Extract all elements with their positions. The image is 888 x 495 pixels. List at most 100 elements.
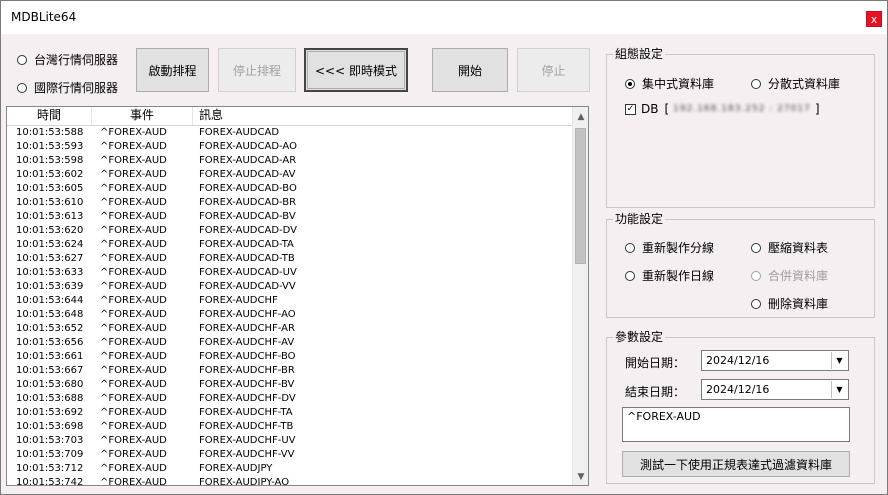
table-row[interactable]: 10:01:53:667 ^FOREX-AUD FOREX-AUDCHF-BR bbox=[7, 364, 573, 378]
table-row[interactable]: 10:01:53:588 ^FOREX-AUD FOREX-AUDCAD bbox=[7, 126, 573, 140]
log-scrollbar[interactable]: ▲ ▼ bbox=[572, 107, 588, 485]
radio-centralized-db[interactable]: 集中式資料庫 bbox=[625, 75, 714, 92]
cell-time: 10:01:53:680 bbox=[16, 379, 84, 390]
radio-taiwan-server[interactable]: 台灣行情伺服器 bbox=[17, 51, 118, 68]
cell-event: ^FOREX-AUD bbox=[100, 197, 167, 208]
table-row[interactable]: 10:01:53:656 ^FOREX-AUD FOREX-AUDCHF-AV bbox=[7, 336, 573, 350]
cell-time: 10:01:53:712 bbox=[16, 463, 84, 474]
table-row[interactable]: 10:01:53:624 ^FOREX-AUD FOREX-AUDCAD-TA bbox=[7, 238, 573, 252]
radio-distributed-db[interactable]: 分散式資料庫 bbox=[751, 75, 840, 92]
table-row[interactable]: 10:01:53:742 ^FOREX-AUD FOREX-AUDJPY-AO bbox=[7, 476, 573, 486]
event-log-list[interactable]: 時間 事件 訊息 10:01:53:588 ^FOREX-AUD FOREX-AUD… bbox=[6, 106, 589, 486]
db-close-bracket: ] bbox=[814, 102, 820, 116]
table-row[interactable]: 10:01:53:644 ^FOREX-AUD FOREX-AUDCHF bbox=[7, 294, 573, 308]
cell-time: 10:01:53:633 bbox=[16, 267, 84, 278]
table-row[interactable]: 10:01:53:639 ^FOREX-AUD FOREX-AUDCAD-VV bbox=[7, 280, 573, 294]
start-schedule-button[interactable]: 啟動排程 bbox=[136, 48, 209, 92]
cell-time: 10:01:53:709 bbox=[16, 449, 84, 460]
radio-delete-db[interactable]: 刪除資料庫 bbox=[751, 295, 828, 312]
realtime-mode-button[interactable]: <<< 即時模式 bbox=[304, 48, 408, 92]
scroll-thumb[interactable] bbox=[575, 128, 586, 264]
chevron-down-icon[interactable]: ▼ bbox=[831, 352, 847, 369]
chevron-down-icon[interactable]: ▼ bbox=[831, 381, 847, 398]
cell-message: FOREX-AUDCHF-TB bbox=[199, 421, 294, 432]
cell-time: 10:01:53:613 bbox=[16, 211, 84, 222]
table-row[interactable]: 10:01:53:602 ^FOREX-AUD FOREX-AUDCAD-AV bbox=[7, 168, 573, 182]
cell-message: FOREX-AUDCAD-AO bbox=[199, 141, 297, 152]
radio-merge-db[interactable]: 合併資料庫 bbox=[751, 267, 828, 284]
radio-rebuild-daily[interactable]: 重新製作日線 bbox=[625, 267, 714, 284]
cell-message: FOREX-AUDCAD-TB bbox=[199, 253, 295, 264]
radio-rebuild-minute-label: 重新製作分線 bbox=[642, 241, 715, 255]
cell-event: ^FOREX-AUD bbox=[100, 449, 167, 460]
table-row[interactable]: 10:01:53:613 ^FOREX-AUD FOREX-AUDCAD-BV bbox=[7, 210, 573, 224]
table-row[interactable]: 10:01:53:703 ^FOREX-AUD FOREX-AUDCHF-UV bbox=[7, 434, 573, 448]
cell-time: 10:01:53:703 bbox=[16, 435, 84, 446]
radio-rebuild-minute[interactable]: 重新製作分線 bbox=[625, 239, 714, 256]
radio-dot-icon bbox=[625, 242, 635, 253]
cell-time: 10:01:53:593 bbox=[16, 141, 84, 152]
table-row[interactable]: 10:01:53:605 ^FOREX-AUD FOREX-AUDCAD-BO bbox=[7, 182, 573, 196]
test-regex-filter-button[interactable]: 測試一下使用正規表達式過濾資料庫 bbox=[622, 451, 850, 477]
cell-message: FOREX-AUDCAD-AV bbox=[199, 169, 296, 180]
cell-message: FOREX-AUDCHF bbox=[199, 295, 278, 306]
cell-message: FOREX-AUDCHF-BO bbox=[199, 351, 296, 362]
function-group-label: 功能設定 bbox=[613, 212, 666, 226]
cell-time: 10:01:53:661 bbox=[16, 351, 84, 362]
start-date-label: 開始日期： bbox=[625, 356, 686, 370]
cell-event: ^FOREX-AUD bbox=[100, 407, 167, 418]
cell-event: ^FOREX-AUD bbox=[100, 463, 167, 474]
cell-time: 10:01:53:688 bbox=[16, 393, 84, 404]
log-rows: 10:01:53:588 ^FOREX-AUD FOREX-AUDCAD 10:01:… bbox=[7, 126, 573, 486]
table-row[interactable]: 10:01:53:648 ^FOREX-AUD FOREX-AUDCHF-AO bbox=[7, 308, 573, 322]
cell-time: 10:01:53:620 bbox=[16, 225, 84, 236]
table-row[interactable]: 10:01:53:633 ^FOREX-AUD FOREX-AUDCAD-UV bbox=[7, 266, 573, 280]
stop-button[interactable]: 停止 bbox=[517, 48, 590, 92]
radio-rebuild-daily-label: 重新製作日線 bbox=[642, 269, 715, 283]
filter-textbox[interactable]: ^FOREX-AUD bbox=[622, 407, 850, 442]
start-date-picker[interactable]: 2024/12/16 ▼ bbox=[701, 350, 849, 371]
close-button[interactable]: x bbox=[866, 11, 882, 27]
table-row[interactable]: 10:01:53:610 ^FOREX-AUD FOREX-AUDCAD-BR bbox=[7, 196, 573, 210]
cell-event: ^FOREX-AUD bbox=[100, 323, 167, 334]
cell-event: ^FOREX-AUD bbox=[100, 379, 167, 390]
column-header-event[interactable]: 事件 bbox=[92, 107, 193, 125]
cell-time: 10:01:53:639 bbox=[16, 281, 84, 292]
cell-event: ^FOREX-AUD bbox=[100, 477, 167, 486]
table-row[interactable]: 10:01:53:680 ^FOREX-AUD FOREX-AUDCHF-BV bbox=[7, 378, 573, 392]
checkmark-icon: ✓ bbox=[625, 103, 636, 115]
cell-event: ^FOREX-AUD bbox=[100, 295, 167, 306]
scroll-up-icon[interactable]: ▲ bbox=[573, 109, 588, 125]
radio-compress-table[interactable]: 壓縮資料表 bbox=[751, 239, 828, 256]
cell-time: 10:01:53:648 bbox=[16, 309, 84, 320]
table-row[interactable]: 10:01:53:688 ^FOREX-AUD FOREX-AUDCHF-DV bbox=[7, 392, 573, 406]
table-row[interactable]: 10:01:53:712 ^FOREX-AUD FOREX-AUDJPY bbox=[7, 462, 573, 476]
table-row[interactable]: 10:01:53:692 ^FOREX-AUD FOREX-AUDCHF-TA bbox=[7, 406, 573, 420]
table-row[interactable]: 10:01:53:661 ^FOREX-AUD FOREX-AUDCHF-BO bbox=[7, 350, 573, 364]
column-header-message[interactable]: 訊息 bbox=[193, 107, 573, 125]
db-checkbox[interactable]: ✓ DB [ 192.168.183.252 : 27017 ] bbox=[625, 102, 820, 116]
cell-message: FOREX-AUDCAD-BO bbox=[199, 183, 297, 194]
radio-dot-icon bbox=[625, 78, 635, 89]
cell-event: ^FOREX-AUD bbox=[100, 183, 167, 194]
table-row[interactable]: 10:01:53:598 ^FOREX-AUD FOREX-AUDCAD-AR bbox=[7, 154, 573, 168]
column-header-time[interactable]: 時間 bbox=[7, 107, 92, 125]
cell-event: ^FOREX-AUD bbox=[100, 337, 167, 348]
radio-distributed-db-label: 分散式資料庫 bbox=[768, 77, 841, 91]
cell-time: 10:01:53:624 bbox=[16, 239, 84, 250]
table-row[interactable]: 10:01:53:709 ^FOREX-AUD FOREX-AUDCHF-VV bbox=[7, 448, 573, 462]
table-row[interactable]: 10:01:53:620 ^FOREX-AUD FOREX-AUDCAD-DV bbox=[7, 224, 573, 238]
table-row[interactable]: 10:01:53:652 ^FOREX-AUD FOREX-AUDCHF-AR bbox=[7, 322, 573, 336]
table-row[interactable]: 10:01:53:698 ^FOREX-AUD FOREX-AUDCHF-TB bbox=[7, 420, 573, 434]
end-date-picker[interactable]: 2024/12/16 ▼ bbox=[701, 379, 849, 400]
cell-message: FOREX-AUDCAD-VV bbox=[199, 281, 296, 292]
cell-event: ^FOREX-AUD bbox=[100, 435, 167, 446]
stop-schedule-button[interactable]: 停止排程 bbox=[218, 48, 296, 92]
start-button[interactable]: 開始 bbox=[432, 48, 508, 92]
title-bar: MDBLite64 x bbox=[1, 1, 887, 34]
cell-event: ^FOREX-AUD bbox=[100, 239, 167, 250]
table-row[interactable]: 10:01:53:593 ^FOREX-AUD FOREX-AUDCAD-AO bbox=[7, 140, 573, 154]
radio-international-server[interactable]: 國際行情伺服器 bbox=[17, 79, 118, 96]
table-row[interactable]: 10:01:53:627 ^FOREX-AUD FOREX-AUDCAD-TB bbox=[7, 252, 573, 266]
scroll-down-icon[interactable]: ▼ bbox=[573, 469, 588, 485]
